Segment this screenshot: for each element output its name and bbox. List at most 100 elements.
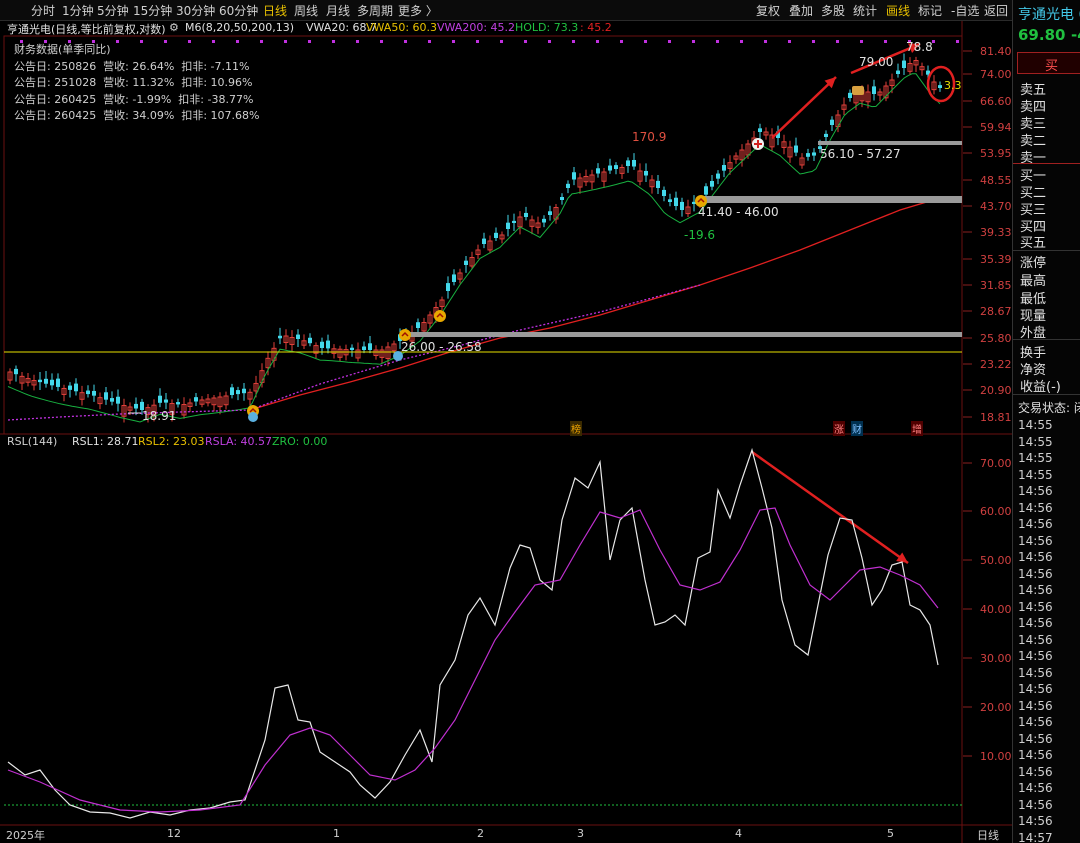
signal-dot	[428, 40, 431, 43]
candle-body-down	[812, 152, 816, 156]
mark-button[interactable]: 标记	[918, 2, 942, 19]
event-bang-badge[interactable]: 榜	[570, 421, 582, 436]
financial-data-panel: 财务数据(单季同比) 公告日: 250826 营收: 26.64% 扣非: -7…	[14, 42, 259, 125]
candle-body-down	[830, 119, 834, 125]
tick-time: 14:57	[1018, 830, 1053, 843]
financial-row: 公告日: 260425 营收: 34.09% 扣非: 107.68%	[14, 109, 260, 122]
signal-dot	[812, 40, 815, 43]
price-tick: 23.22	[980, 358, 1012, 371]
signal-dot	[836, 40, 839, 43]
back-button[interactable]: 返回	[984, 2, 1008, 19]
candle-body-down	[194, 397, 198, 402]
tick-time: 14:56	[1018, 484, 1053, 498]
candle-body-down	[644, 170, 648, 176]
candle-body-down	[716, 173, 720, 179]
last-price-label: 3.3	[944, 79, 962, 92]
financial-row: 公告日: 250826 营收: 26.64% 扣非: -7.11%	[14, 59, 250, 73]
candle-body-down	[164, 399, 168, 403]
range-label: 26.00 - 26.58	[401, 340, 482, 354]
price-tick: 28.67	[980, 305, 1012, 318]
candle-body-down	[506, 222, 510, 229]
draw-line-button[interactable]: 画线	[886, 2, 910, 19]
pct-drop-label: -19.6	[684, 228, 716, 242]
candle-body-down	[464, 260, 468, 265]
tab-30min[interactable]: 30分钟	[176, 2, 215, 19]
buy-button[interactable]: 买	[1017, 52, 1080, 74]
event-finance-badge[interactable]: 财	[851, 421, 863, 436]
signal-dot	[476, 40, 479, 43]
candle-body-down	[680, 201, 684, 210]
date-tick: 1	[333, 827, 340, 840]
trend-arrow	[771, 76, 837, 139]
hold-value: HOLD: 73.3	[515, 21, 579, 34]
price-tick: 25.80	[980, 332, 1012, 345]
tick-time: 14:56	[1018, 715, 1053, 729]
tick-time: 14:56	[1018, 533, 1053, 548]
tick-time: 14:56	[1018, 550, 1053, 564]
candle-body-down	[710, 181, 714, 187]
stats-button[interactable]: 统计	[853, 2, 877, 19]
candle-body-down	[632, 159, 636, 167]
tab-weekly[interactable]: 周线	[294, 2, 318, 19]
candle-body-down	[794, 145, 798, 153]
tab-fenshi[interactable]: 分时	[31, 2, 55, 19]
tab-1min[interactable]: 1分钟	[62, 2, 94, 19]
fuquan-button[interactable]: 复权	[756, 2, 780, 19]
financial-row: 公告日: 251028 营收: 11.32% 扣非: 10.96%	[14, 76, 253, 89]
tab-daily[interactable]: 日线	[263, 2, 287, 19]
tab-monthly[interactable]: 月线	[326, 2, 350, 19]
event-limit-up-badge[interactable]: 涨	[833, 421, 845, 436]
candle-body-down	[542, 218, 546, 223]
quote-change: -4	[1071, 26, 1080, 44]
signal-dot	[956, 40, 959, 43]
candle-body-down	[824, 133, 828, 137]
tab-15min[interactable]: 15分钟	[133, 2, 172, 19]
candle-body-down	[116, 396, 120, 404]
tick-time: 14:55	[1018, 451, 1053, 465]
event-increase-badge[interactable]: 增	[911, 421, 923, 436]
signal-dot	[260, 40, 263, 43]
candle-body-down	[176, 402, 180, 405]
candle-body-down	[848, 92, 852, 98]
ma-params[interactable]: M6(8,20,50,200,13)	[185, 21, 294, 34]
indicator-name[interactable]: RSL(144)	[7, 435, 57, 448]
timeframe-toolbar: 分时 1分钟 5分钟 15分钟 30分钟 60分钟 日线 周线 月线 多周期 更…	[0, 0, 1012, 21]
tab-more[interactable]: 更多 〉	[398, 2, 438, 19]
candle-body-down	[902, 60, 906, 68]
range-label: 41.40 - 46.00	[698, 205, 779, 219]
signal-dot	[524, 40, 527, 43]
signal-dot	[356, 40, 359, 43]
price-tick: 20.90	[980, 384, 1012, 397]
tab-multi-period[interactable]: 多周期	[357, 2, 393, 19]
candle-body-down	[320, 341, 324, 348]
tick-time: 14:56	[1018, 649, 1053, 663]
signal-dot	[452, 40, 455, 43]
signal-dot	[764, 40, 767, 43]
ma-settings-icon[interactable]: ⚙	[169, 21, 179, 34]
multi-stock-button[interactable]: 多股	[821, 2, 845, 19]
candle-body-down	[134, 403, 138, 409]
signal-dot	[860, 40, 863, 43]
financial-title: 财务数据(单季同比)	[14, 43, 111, 56]
candle-body-down	[446, 283, 450, 291]
remove-watchlist-button[interactable]: -自选	[951, 2, 979, 19]
candle-body-down	[350, 347, 354, 350]
period-label[interactable]: 日线	[977, 827, 999, 843]
quote-panel: 亨通光电 6 69.80 -4 买 卖五 卖四 卖三 卖二 卖一 买一 买二 买…	[1012, 0, 1080, 843]
tab-5min[interactable]: 5分钟	[97, 2, 129, 19]
tab-60min[interactable]: 60分钟	[219, 2, 258, 19]
candle-body-down	[56, 378, 60, 387]
candle-body-down	[104, 392, 108, 400]
buy-signal-icon	[434, 310, 446, 322]
candle-body-down	[662, 189, 666, 196]
candle-body-down	[938, 85, 942, 88]
overlay-button[interactable]: 叠加	[789, 2, 813, 19]
low-price-label: 18.91	[142, 409, 177, 423]
quote-stock-name[interactable]: 亨通光电 6	[1018, 4, 1080, 24]
signal-dot	[716, 40, 719, 43]
candle-body-down	[872, 86, 876, 94]
zone-bar	[818, 141, 962, 145]
spread-divider	[1013, 163, 1080, 164]
rsla-value: RSLA: 40.57	[205, 435, 273, 448]
candle-body-down	[236, 390, 240, 395]
